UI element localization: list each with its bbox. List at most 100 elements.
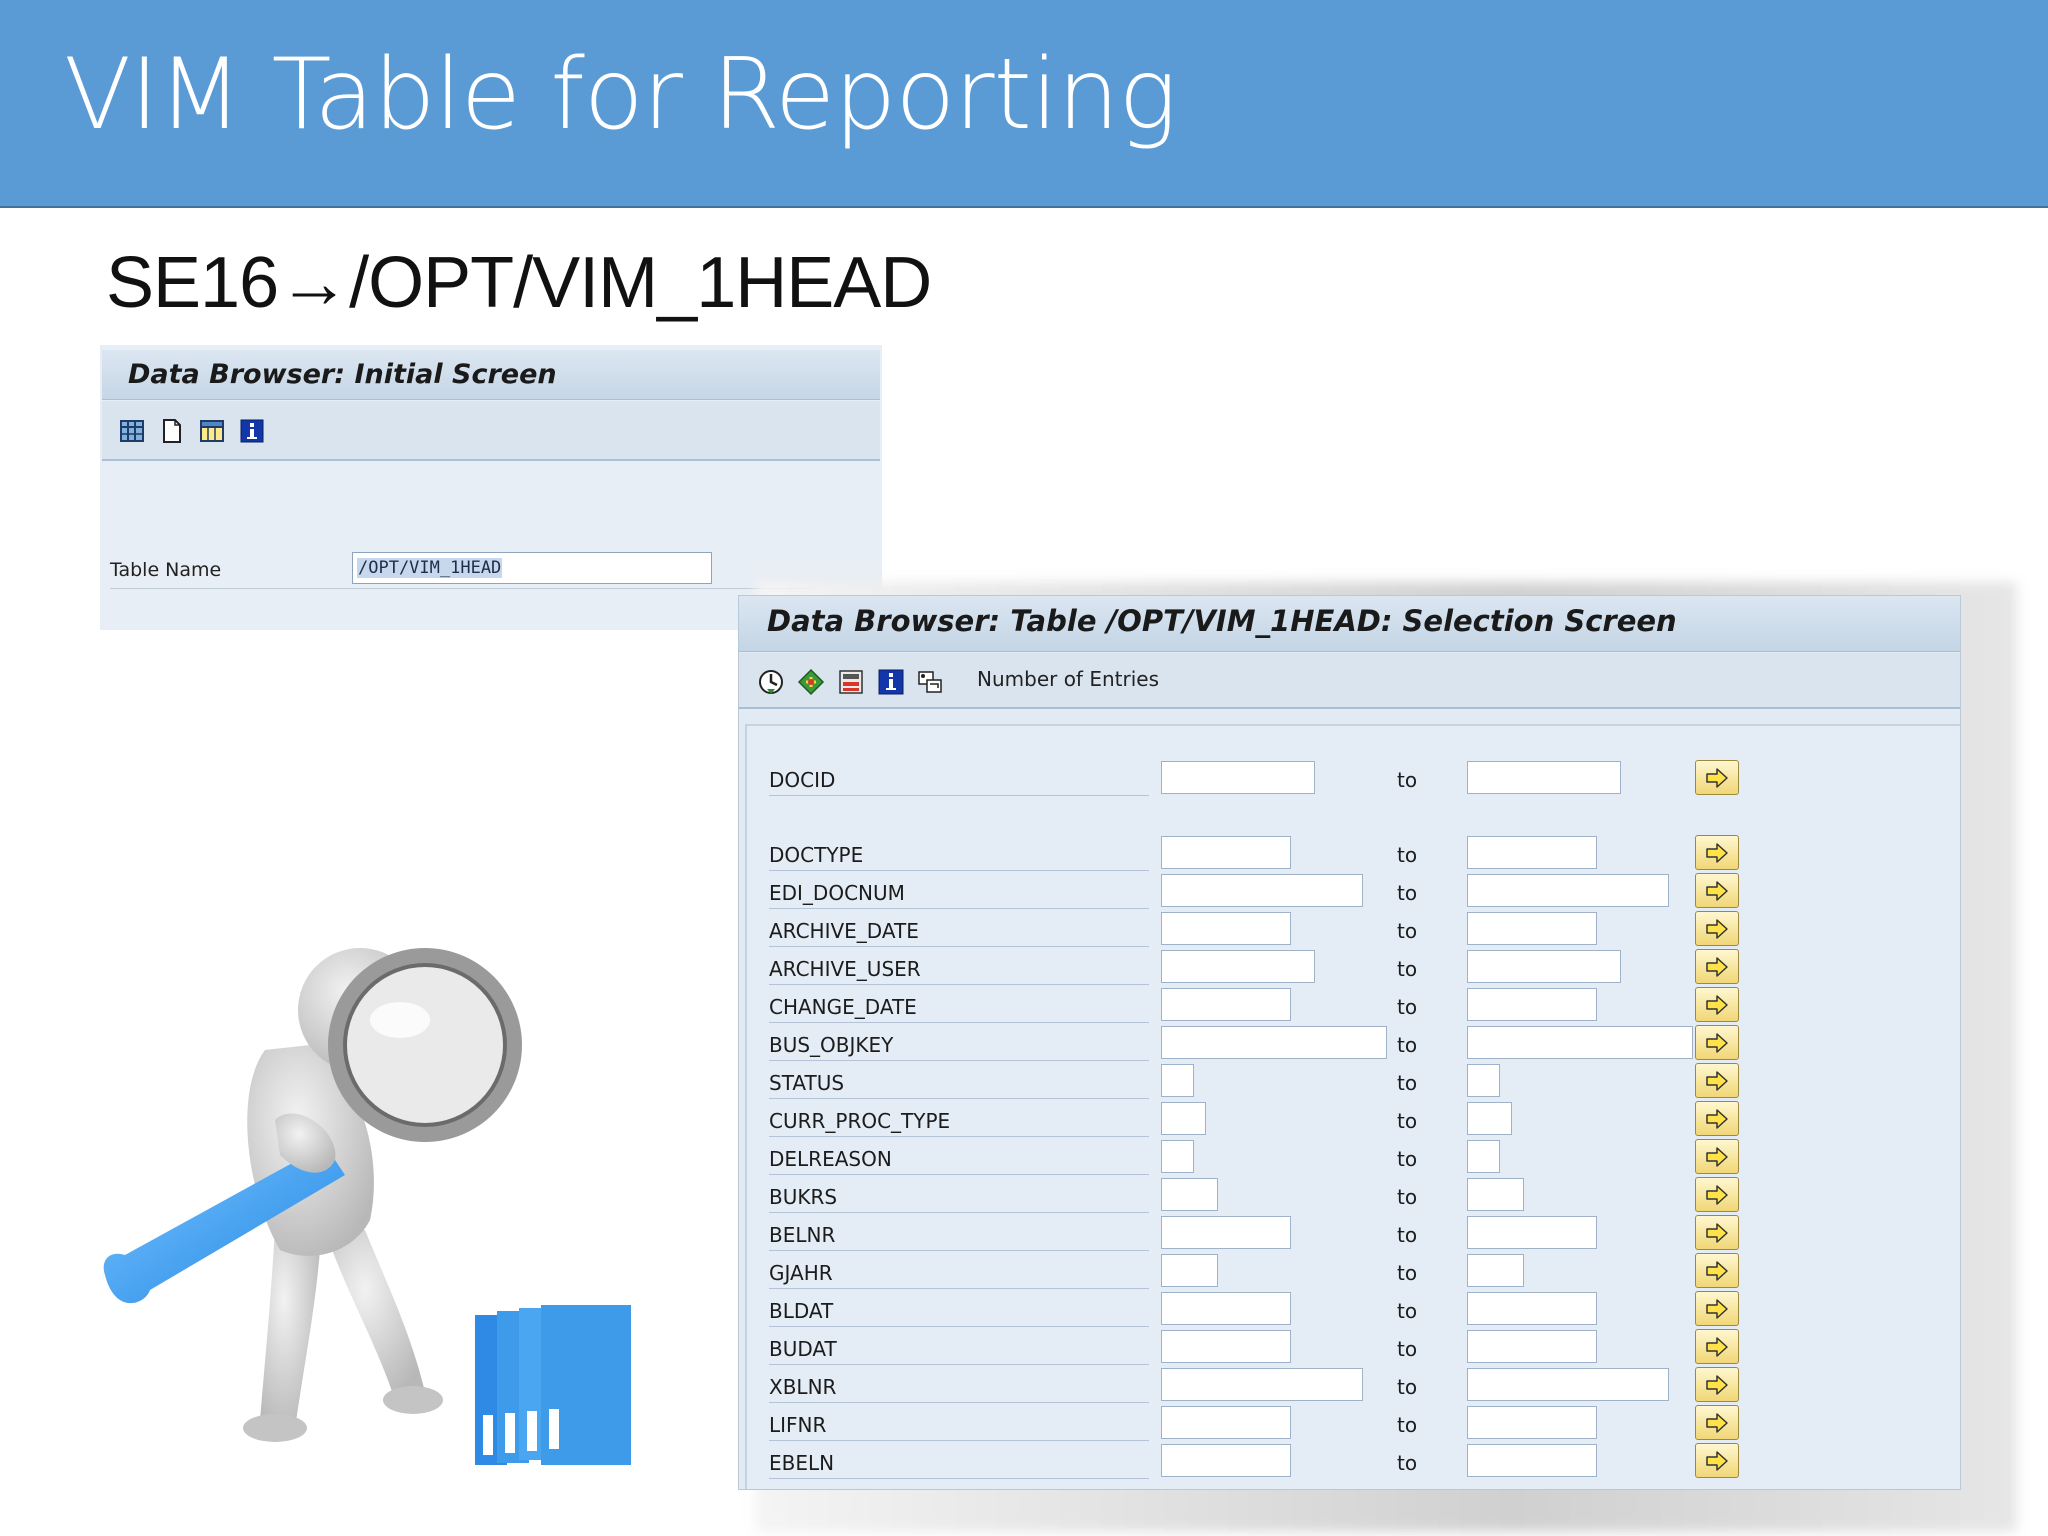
high-value-input[interactable] [1467, 1444, 1597, 1477]
initial-screen-title: Data Browser: Initial Screen [128, 359, 557, 390]
multiple-selection-button[interactable] [1695, 1139, 1739, 1174]
table-name-input[interactable]: /OPT/VIM_1HEAD [352, 552, 712, 584]
table-view-icon[interactable] [200, 419, 224, 443]
high-value-input[interactable] [1467, 988, 1597, 1021]
get-variant-icon[interactable] [797, 668, 825, 696]
selection-row-bus_objkey: BUS_OBJKEY to [747, 1024, 1960, 1062]
create-entries-icon[interactable] [160, 419, 184, 443]
row-underline [769, 1326, 1149, 1327]
low-value-input[interactable] [1161, 1064, 1194, 1097]
multiple-selection-button[interactable] [1695, 1405, 1739, 1440]
high-value-input[interactable] [1467, 761, 1621, 794]
multiple-selection-button[interactable] [1695, 987, 1739, 1022]
field-label: GJAHR [769, 1261, 833, 1285]
high-value-input[interactable] [1467, 950, 1621, 983]
low-value-input[interactable] [1161, 1102, 1206, 1135]
low-value-input[interactable] [1161, 1292, 1291, 1325]
multiple-selection-button[interactable] [1695, 911, 1739, 946]
low-value-input[interactable] [1161, 1254, 1218, 1287]
slide-banner: VIM Table for Reporting [0, 0, 2048, 208]
low-value-input[interactable] [1161, 874, 1363, 907]
execute-icon[interactable] [757, 668, 785, 696]
selection-screen-toolbar: Number of Entries [739, 653, 1960, 709]
low-value-input[interactable] [1161, 1140, 1194, 1173]
to-label: to [1397, 919, 1418, 943]
to-label: to [1397, 1185, 1418, 1209]
multiple-selection-button[interactable] [1695, 760, 1739, 795]
row-underline [769, 870, 1149, 871]
selection-row-change_date: CHANGE_DATE to [747, 986, 1960, 1024]
low-value-input[interactable] [1161, 1026, 1387, 1059]
field-label: BLDAT [769, 1299, 834, 1323]
high-value-input[interactable] [1467, 1292, 1597, 1325]
info-icon[interactable] [240, 419, 264, 443]
arrow-right-icon [1706, 1147, 1728, 1167]
high-value-input[interactable] [1467, 1178, 1524, 1211]
field-label: ARCHIVE_DATE [769, 919, 919, 943]
info-icon[interactable] [877, 668, 905, 696]
multiple-selection-button[interactable] [1695, 1329, 1739, 1364]
number-of-entries-button[interactable]: Number of Entries [977, 667, 1159, 691]
table-name-row: Table Name /OPT/VIM_1HEAD [110, 549, 810, 589]
high-value-input[interactable] [1467, 836, 1597, 869]
selection-row-ebeln: EBELN to [747, 1442, 1960, 1480]
row-underline [769, 984, 1149, 985]
save-variant-icon[interactable] [837, 668, 865, 696]
high-value-input[interactable] [1467, 1026, 1693, 1059]
high-value-input[interactable] [1467, 1102, 1512, 1135]
low-value-input[interactable] [1161, 988, 1291, 1021]
multiple-selection-button[interactable] [1695, 1443, 1739, 1478]
selection-row-delreason: DELREASON to [747, 1138, 1960, 1176]
initial-screen-titlebar: Data Browser: Initial Screen [102, 350, 880, 400]
high-value-input[interactable] [1467, 1368, 1669, 1401]
arrow-right-icon [1706, 843, 1728, 863]
row-underline [769, 1060, 1149, 1061]
multiple-selection-button[interactable] [1695, 1253, 1739, 1288]
multiple-selection-button[interactable] [1695, 1025, 1739, 1060]
table-contents-icon[interactable] [120, 419, 144, 443]
multiple-selection-button[interactable] [1695, 1177, 1739, 1212]
table-name-label: Table Name [110, 559, 222, 581]
row-underline [769, 908, 1149, 909]
multiple-selection-button[interactable] [1695, 1367, 1739, 1402]
low-value-input[interactable] [1161, 1444, 1291, 1477]
low-value-input[interactable] [1161, 1406, 1291, 1439]
high-value-input[interactable] [1467, 1254, 1524, 1287]
multiple-selection-button[interactable] [1695, 835, 1739, 870]
multiple-selection-button[interactable] [1695, 873, 1739, 908]
low-value-input[interactable] [1161, 761, 1315, 794]
multiple-selection-button[interactable] [1695, 1215, 1739, 1250]
high-value-input[interactable] [1467, 1406, 1597, 1439]
low-value-input[interactable] [1161, 836, 1291, 869]
field-label: LIFNR [769, 1413, 827, 1437]
field-label: STATUS [769, 1071, 845, 1095]
low-value-input[interactable] [1161, 1368, 1363, 1401]
to-label: to [1397, 1223, 1418, 1247]
selection-options-icon[interactable] [917, 668, 945, 696]
low-value-input[interactable] [1161, 912, 1291, 945]
high-value-input[interactable] [1467, 1216, 1597, 1249]
field-label: CHANGE_DATE [769, 995, 917, 1019]
row-underline [769, 1022, 1149, 1023]
field-label: EBELN [769, 1451, 835, 1475]
high-value-input[interactable] [1467, 1330, 1597, 1363]
multiple-selection-button[interactable] [1695, 1291, 1739, 1326]
low-value-input[interactable] [1161, 950, 1315, 983]
selection-row-xblnr: XBLNR to [747, 1366, 1960, 1404]
row-underline [769, 1402, 1149, 1403]
selection-row-lifnr: LIFNR to [747, 1404, 1960, 1442]
low-value-input[interactable] [1161, 1178, 1218, 1211]
multiple-selection-button[interactable] [1695, 1101, 1739, 1136]
high-value-input[interactable] [1467, 1140, 1500, 1173]
selection-row-docid: DOCID to [747, 759, 1960, 797]
field-label: DELREASON [769, 1147, 892, 1171]
magnifier-figure-icon [103, 948, 631, 1465]
high-value-input[interactable] [1467, 1064, 1500, 1097]
multiple-selection-button[interactable] [1695, 949, 1739, 984]
multiple-selection-button[interactable] [1695, 1063, 1739, 1098]
low-value-input[interactable] [1161, 1216, 1291, 1249]
low-value-input[interactable] [1161, 1330, 1291, 1363]
row-underline [769, 1098, 1149, 1099]
high-value-input[interactable] [1467, 912, 1597, 945]
high-value-input[interactable] [1467, 874, 1669, 907]
